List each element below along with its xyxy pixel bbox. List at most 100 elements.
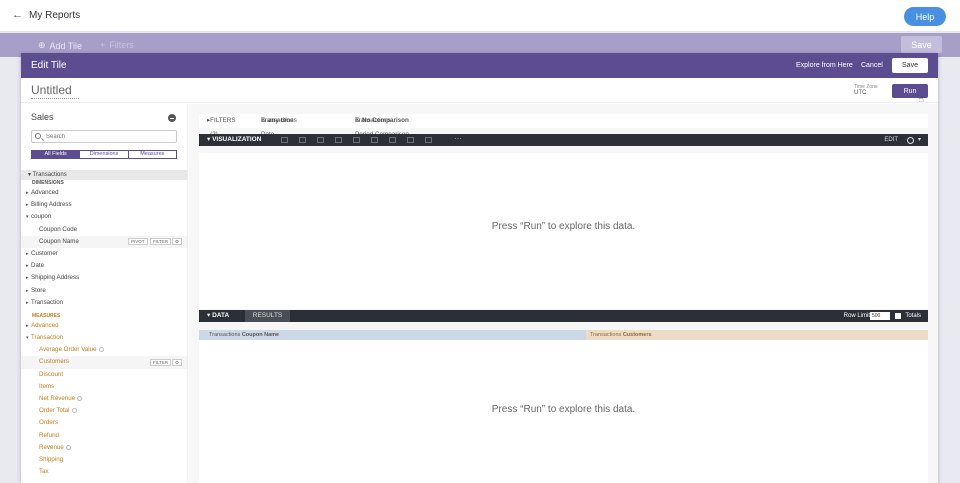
view-header-transactions[interactable]: ▾ Transactions <box>21 170 187 180</box>
totals-label: Totals <box>905 313 921 319</box>
measure-net-revenue[interactable]: Net Revenue <box>21 393 187 405</box>
caret-right-icon: ▸ <box>26 263 29 270</box>
caret-down-icon: ▾ <box>26 214 29 221</box>
modal-header: Edit Tile Explore from Here Cancel Save <box>21 53 938 78</box>
tile-title-input[interactable]: Untitled <box>31 83 79 99</box>
table-icon[interactable] <box>281 137 288 143</box>
time-zone-selector[interactable]: Time Zone UTC <box>854 84 878 96</box>
info-icon[interactable] <box>72 408 77 414</box>
dimension-coupon-name[interactable]: Coupon Name PIVOT FILTER ⚙ <box>21 235 187 248</box>
field-label: Refund <box>39 431 59 439</box>
filter-button[interactable]: FILTER <box>150 358 172 366</box>
column-header-coupon-name[interactable]: Transactions Coupon Name <box>199 330 586 340</box>
field-label: Transaction <box>31 334 64 342</box>
tab-data[interactable]: ▾ DATA <box>207 310 229 322</box>
field-search-input[interactable] <box>31 130 177 143</box>
info-icon[interactable] <box>99 347 104 353</box>
dimensions-header: DIMENSIONS <box>32 180 64 186</box>
measure-customers[interactable]: Customers FILTER ⚙ <box>21 356 187 369</box>
tab-results[interactable]: RESULTS <box>245 310 290 322</box>
collapse-icon[interactable] <box>168 114 176 122</box>
measure-order-total[interactable]: Order Total <box>21 405 187 417</box>
column-chart-icon[interactable] <box>299 137 306 143</box>
measure-advanced[interactable]: ▸ Advanced <box>21 320 187 332</box>
field-gear-icon[interactable]: ⚙ <box>172 238 183 246</box>
scatter-chart-icon[interactable] <box>335 137 342 143</box>
field-label: Tax <box>39 468 49 476</box>
caret-down-icon: ▾ <box>26 335 29 342</box>
filter-button[interactable]: FILTER <box>150 238 172 246</box>
tab-dimensions[interactable]: Dimensions <box>80 151 129 158</box>
field-label: Customer <box>31 249 58 257</box>
field-label: Coupon Code <box>39 225 78 233</box>
field-label: Advanced <box>31 321 59 329</box>
dimension-transaction[interactable]: ▸ Transaction <box>21 297 187 309</box>
back-link[interactable]: ← My Reports <box>12 9 80 21</box>
dimension-store[interactable]: ▸ Store <box>21 285 187 297</box>
measure-average-order-value[interactable]: Average Order Value <box>21 344 187 356</box>
tab-measures[interactable]: Measures <box>129 151 176 158</box>
explore-from-here-link[interactable]: Explore from Here <box>796 62 853 69</box>
column-1-view: Transactions <box>209 332 241 338</box>
measure-discount[interactable]: Discount <box>21 369 187 381</box>
measure-items[interactable]: Items <box>21 381 187 393</box>
totals-checkbox[interactable] <box>895 313 901 319</box>
help-button[interactable]: Help <box>904 7 946 26</box>
view-label: Transactions <box>32 172 67 178</box>
info-icon[interactable] <box>77 396 82 401</box>
dimension-customer[interactable]: ▸ Customer <box>21 248 187 260</box>
chevron-down-icon[interactable]: ▾ <box>918 134 921 146</box>
filters-toggle[interactable]: ▸ FILTERS (2) <box>207 114 236 138</box>
area-chart-icon[interactable] <box>371 137 378 143</box>
single-value-icon[interactable] <box>425 137 432 143</box>
info-icon[interactable] <box>66 444 71 450</box>
filters-bar[interactable]: ▸ FILTERS (2) Transactions Date is any t… <box>199 114 928 138</box>
cancel-link[interactable]: Cancel <box>861 62 883 69</box>
measure-refund[interactable]: Refund <box>21 430 187 442</box>
measure-transaction[interactable]: ▾ Transaction <box>21 332 187 344</box>
field-label: Customers <box>39 358 69 366</box>
pivot-button[interactable]: PIVOT <box>128 238 148 246</box>
viz-empty-message: Press “Run” to explore this data. <box>491 221 636 232</box>
dimension-coupon-code[interactable]: Coupon Code <box>21 224 187 236</box>
bar-chart-icon[interactable] <box>317 137 324 143</box>
dimension-shipping-address[interactable]: ▸ Shipping Address <box>21 272 187 284</box>
line-chart-icon[interactable] <box>353 137 360 143</box>
field-label: Items <box>39 382 55 390</box>
field-label: coupon <box>31 213 52 221</box>
field-picker: Sales All Fields Dimensions Measures ▾ T… <box>21 104 188 483</box>
search-icon <box>35 133 41 139</box>
viz-edit-button[interactable]: EDIT <box>884 134 898 146</box>
field-label: Revenue <box>39 443 64 451</box>
measure-orders[interactable]: Orders <box>21 417 187 429</box>
measure-tax[interactable]: Tax <box>21 466 187 478</box>
visualization-toggle[interactable]: ▾ VISUALIZATION <box>207 134 261 146</box>
gear-icon[interactable] <box>907 137 914 144</box>
add-tile-label: Add Tile <box>49 40 83 51</box>
visualization-bar[interactable]: ▾ VISUALIZATION ··· EDIT ▾ <box>199 134 928 146</box>
modal-title: Edit Tile <box>31 60 67 71</box>
column-2-view: Transactions <box>590 332 622 338</box>
row-limit-input[interactable]: 500 <box>870 312 890 320</box>
tab-all-fields[interactable]: All Fields <box>32 151 81 158</box>
pie-chart-icon[interactable] <box>389 137 396 143</box>
map-icon[interactable] <box>407 137 414 143</box>
field-label: Coupon Name <box>39 237 79 245</box>
column-header-customers[interactable]: Transactions Customers <box>586 330 928 340</box>
field-label: Shipping <box>39 455 64 463</box>
dimension-coupon[interactable]: ▾ coupon <box>21 211 187 223</box>
data-table-area: Press “Run” to explore this data. <box>199 340 928 483</box>
dashboard-save-button: Save <box>901 36 942 53</box>
dimension-advanced[interactable]: ▸ Advanced <box>21 187 187 199</box>
field-gear-icon[interactable]: ⚙ <box>172 358 183 366</box>
data-empty-message: Press “Run” to explore this data. <box>491 404 636 415</box>
edit-tile-modal: Edit Tile Explore from Here Cancel Save … <box>21 53 938 483</box>
dimension-billing-address[interactable]: ▸ Billing Address <box>21 199 187 211</box>
modal-save-button[interactable]: Save <box>892 58 928 73</box>
visualization-area: Press “Run” to explore this data. <box>199 153 928 309</box>
viz-type-icons <box>281 137 432 143</box>
measure-revenue[interactable]: Revenue <box>21 442 187 454</box>
dimension-date[interactable]: ▸ Date <box>21 260 187 272</box>
more-viz-icon[interactable]: ··· <box>454 134 462 144</box>
measure-shipping[interactable]: Shipping <box>21 454 187 466</box>
